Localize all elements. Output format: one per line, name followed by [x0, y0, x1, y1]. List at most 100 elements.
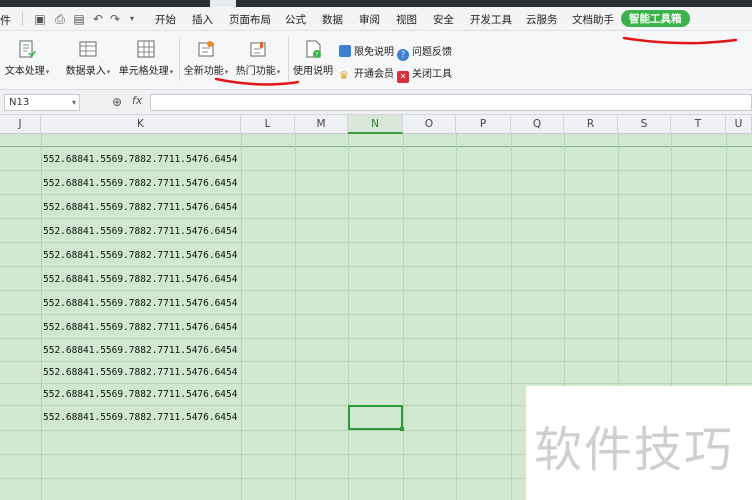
column-header-m[interactable]: M — [295, 115, 348, 134]
name-box[interactable]: N13 ▾ — [4, 94, 80, 111]
cell-k-value[interactable]: 552.68841.5569.7882.7711.5476.6454 — [43, 226, 237, 237]
column-header-n[interactable]: N — [348, 115, 403, 134]
menu-view[interactable]: 视图 — [396, 12, 417, 27]
menu-divider — [22, 12, 23, 26]
text-processing-icon — [19, 40, 36, 58]
close-tool-item[interactable]: ✕ 关闭工具 — [397, 65, 452, 83]
cell-k-value[interactable]: 552.68841.5569.7882.7711.5476.6454 — [43, 367, 237, 378]
column-header-s[interactable]: S — [618, 115, 671, 134]
formula-bar: N13 ▾ ⊕ fx — [0, 90, 752, 115]
new-features-label: 全新功能 — [183, 66, 224, 77]
grid-row-line — [0, 361, 752, 362]
tag-icon — [339, 45, 351, 57]
usage-instructions-button[interactable]: ? 使用说明 — [292, 39, 334, 77]
cell-k-value[interactable]: 552.68841.5569.7882.7711.5476.6454 — [43, 202, 237, 213]
free-trial-info-label: 限免说明 — [354, 47, 394, 58]
menu-bar: 件 ▣ ⎙ ▤ ↶ ↷ ▾ 开始 插入 页面布局 公式 数据 审阅 视图 安全 … — [0, 7, 752, 31]
cell-k-value[interactable]: 552.68841.5569.7882.7711.5476.6454 — [43, 345, 237, 356]
new-features-button[interactable]: 全新功能▾ — [183, 39, 229, 77]
row-top-border — [0, 146, 752, 147]
data-entry-button[interactable]: 数据录入▾ — [62, 39, 114, 77]
menu-smart-toolbox[interactable]: 智能工具箱 — [621, 10, 690, 27]
column-header-row: J K L M N O P Q R S T U — [0, 115, 752, 134]
usage-instructions-icon: ? — [306, 40, 321, 59]
grid-row-line — [0, 338, 752, 339]
open-membership-label: 开通会员 — [354, 69, 394, 80]
menu-home[interactable]: 开始 — [155, 12, 176, 27]
grid-row-line — [0, 314, 752, 315]
ribbon-divider — [179, 37, 180, 81]
new-features-dropdown-icon: ▾ — [224, 68, 229, 76]
cell-k-value[interactable]: 552.68841.5569.7882.7711.5476.6454 — [43, 412, 237, 423]
grid-column-line — [241, 134, 242, 500]
column-header-q[interactable]: Q — [511, 115, 564, 134]
grid-row-line — [0, 170, 752, 171]
question-icon: ? — [397, 49, 409, 61]
cell-k-value[interactable]: 552.68841.5569.7882.7711.5476.6454 — [43, 322, 237, 333]
cell-processing-icon — [137, 40, 155, 58]
column-header-r[interactable]: R — [564, 115, 618, 134]
active-document-tab-edge[interactable] — [210, 0, 236, 7]
menu-developer-tools[interactable]: 开发工具 — [470, 12, 512, 27]
selected-cell-n13[interactable] — [348, 405, 404, 431]
column-header-l[interactable]: L — [241, 115, 295, 134]
zoom-icon[interactable]: ⊕ — [112, 95, 122, 109]
menu-data[interactable]: 数据 — [322, 12, 343, 27]
grid-row-line — [0, 290, 752, 291]
cell-processing-dropdown-icon: ▾ — [169, 68, 174, 76]
save-icon[interactable]: ▣ — [32, 11, 48, 27]
cell-k-value[interactable]: 552.68841.5569.7882.7711.5476.6454 — [43, 250, 237, 261]
menu-formulas[interactable]: 公式 — [285, 12, 306, 27]
formula-input[interactable] — [150, 94, 752, 111]
feedback-item[interactable]: ? 问题反馈 — [397, 43, 452, 61]
cell-processing-label: 单元格处理 — [118, 66, 169, 77]
fill-handle[interactable] — [400, 427, 404, 431]
menu-security[interactable]: 安全 — [433, 12, 454, 27]
hot-features-dropdown-icon: ▾ — [276, 68, 281, 76]
text-processing-dropdown-icon: ▾ — [45, 68, 50, 76]
column-header-o[interactable]: O — [403, 115, 456, 134]
crown-icon: ♛ — [339, 69, 349, 82]
data-entry-icon — [79, 41, 97, 57]
print-icon[interactable]: ⎙ — [52, 11, 68, 27]
grid-row-line — [0, 383, 752, 384]
quick-access-dropdown-icon[interactable]: ▾ — [124, 11, 140, 27]
cell-processing-button[interactable]: 单元格处理▾ — [115, 39, 177, 77]
column-header-t[interactable]: T — [671, 115, 726, 134]
fx-icon[interactable]: fx — [132, 94, 142, 107]
menu-insert[interactable]: 插入 — [192, 12, 213, 27]
name-box-dropdown-icon[interactable]: ▾ — [72, 95, 76, 110]
menu-document-assistant[interactable]: 文档助手 — [572, 12, 614, 27]
print-preview-icon[interactable]: ▤ — [71, 11, 87, 27]
data-entry-dropdown-icon: ▾ — [106, 68, 111, 76]
undo-icon[interactable]: ↶ — [90, 11, 106, 27]
menu-page-layout[interactable]: 页面布局 — [229, 12, 271, 27]
close-icon: ✕ — [397, 71, 409, 83]
cell-k-value[interactable]: 552.68841.5569.7882.7711.5476.6454 — [43, 274, 237, 285]
open-membership-item[interactable]: ♛ 开通会员 — [339, 65, 394, 82]
data-entry-label: 数据录入 — [65, 66, 106, 77]
cell-k-value[interactable]: 552.68841.5569.7882.7711.5476.6454 — [43, 178, 237, 189]
svg-text:?: ? — [315, 52, 318, 59]
free-trial-info-item[interactable]: 限免说明 — [339, 43, 394, 58]
menu-review[interactable]: 审阅 — [359, 12, 380, 27]
redo-icon[interactable]: ↷ — [107, 11, 123, 27]
ribbon: 文本处理▾ 数据录入▾ 单元格处理▾ 全新功能▾ 热门功能▾ ? 使用说明 限免… — [0, 31, 752, 90]
cell-k-value[interactable]: 552.68841.5569.7882.7711.5476.6454 — [43, 298, 237, 309]
usage-instructions-label: 使用说明 — [293, 66, 333, 77]
menu-cloud-service[interactable]: 云服务 — [526, 12, 558, 27]
watermark-box: 软件技巧 — [526, 386, 752, 500]
text-processing-button[interactable]: 文本处理▾ — [0, 39, 54, 77]
hot-features-button[interactable]: 热门功能▾ — [233, 39, 283, 77]
column-header-j[interactable]: J — [0, 115, 41, 134]
grid-row-line — [0, 242, 752, 243]
column-header-p[interactable]: P — [456, 115, 511, 134]
column-header-k[interactable]: K — [41, 115, 241, 134]
cell-k-value[interactable]: 552.68841.5569.7882.7711.5476.6454 — [43, 389, 237, 400]
cell-k-value[interactable]: 552.68841.5569.7882.7711.5476.6454 — [43, 154, 237, 165]
grid-column-line — [295, 134, 296, 500]
file-menu-fragment[interactable]: 件 — [0, 12, 11, 28]
column-header-u[interactable]: U — [726, 115, 752, 134]
grid-column-line — [511, 134, 512, 500]
window-top-strip — [0, 0, 752, 7]
